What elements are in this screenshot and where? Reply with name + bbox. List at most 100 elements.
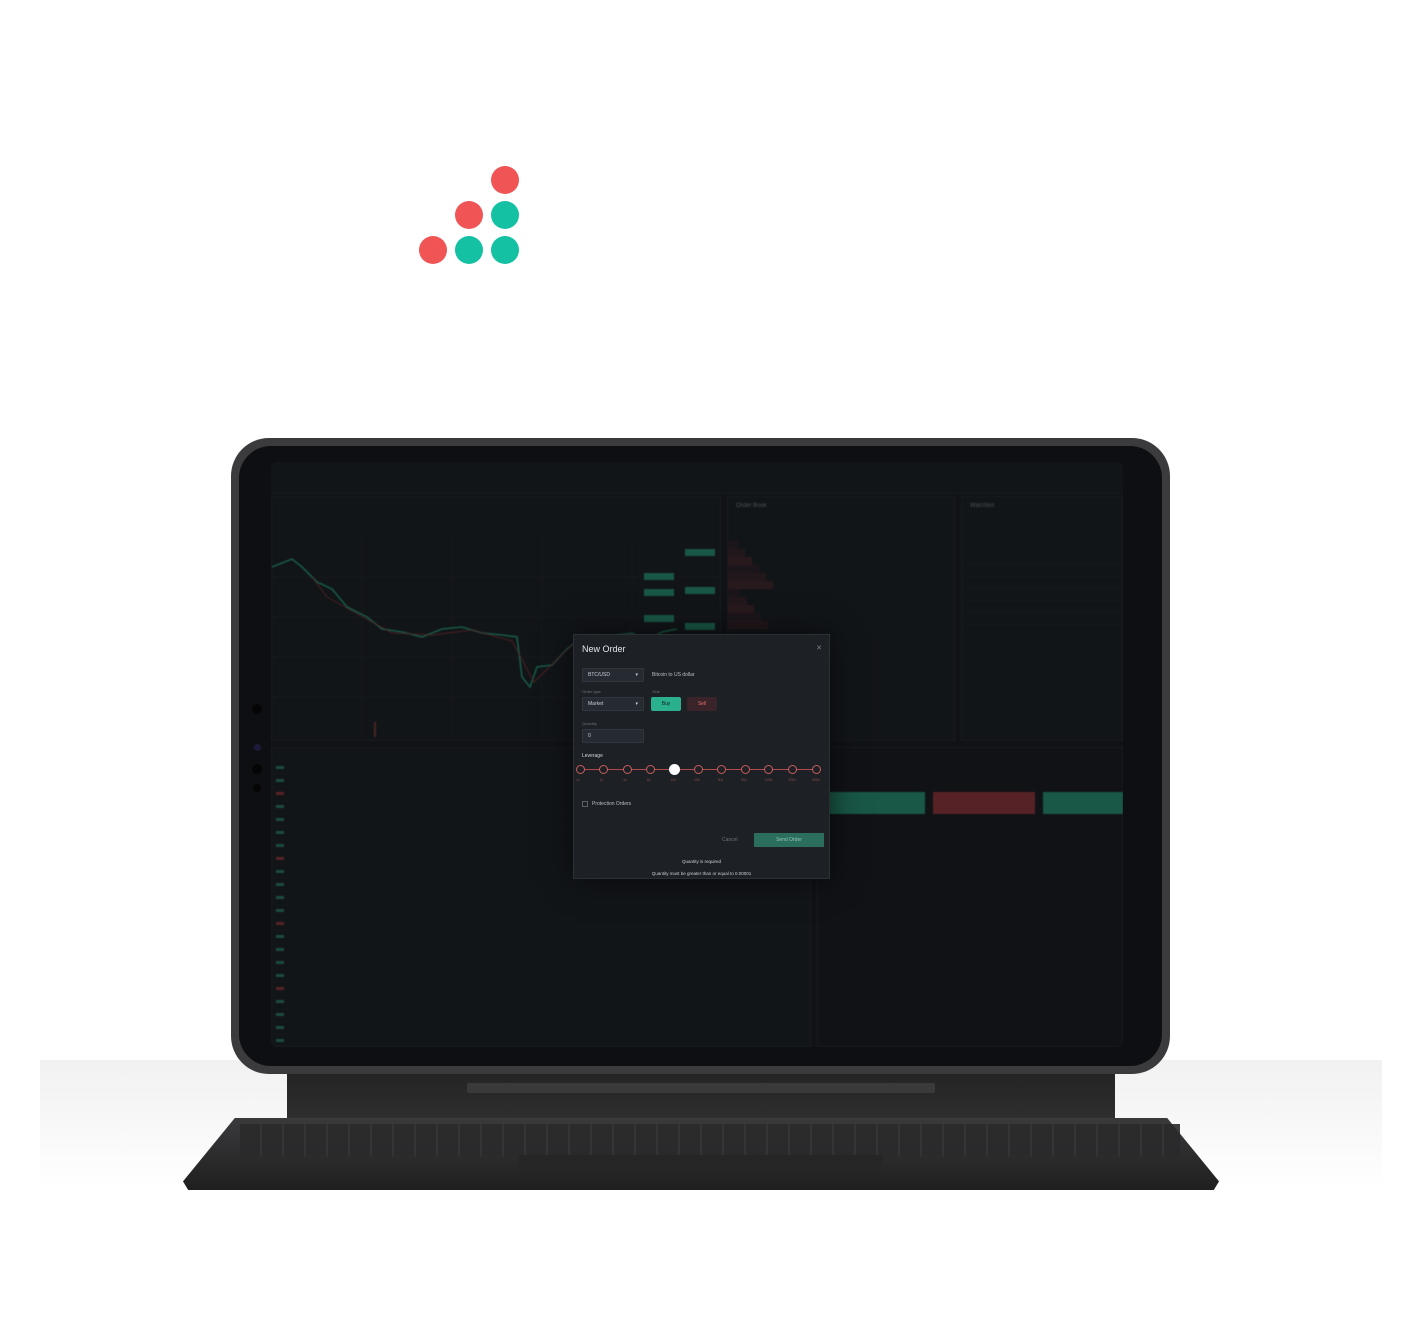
markets-panel: Watchlist xyxy=(961,496,1123,741)
logo-dot xyxy=(455,236,483,264)
market-row[interactable] xyxy=(966,601,1123,613)
leverage-step-label: 100x xyxy=(764,778,773,782)
table-row[interactable] xyxy=(272,1009,812,1022)
row-indicator xyxy=(276,792,284,795)
leverage-step-label: 500x xyxy=(812,778,820,782)
panel-title: Watchlist xyxy=(970,503,995,509)
row-indicator xyxy=(276,922,284,925)
leverage-step[interactable] xyxy=(622,765,632,774)
row-indicator xyxy=(276,1013,284,1016)
row-indicator xyxy=(276,766,284,769)
leverage-step-label: 3x xyxy=(623,778,627,782)
row-indicator xyxy=(276,805,284,808)
leverage-step[interactable] xyxy=(740,765,750,774)
leverage-label: Leverage xyxy=(582,753,603,759)
table-row[interactable] xyxy=(272,879,812,892)
market-row[interactable] xyxy=(966,577,1123,589)
order-type-label: Order type xyxy=(582,689,601,694)
market-row[interactable] xyxy=(966,565,1123,577)
table-row[interactable] xyxy=(272,931,812,944)
market-row[interactable] xyxy=(966,589,1123,601)
symbol-name: Bitcoin to US dollar xyxy=(652,672,695,678)
leverage-step[interactable] xyxy=(646,765,656,774)
leverage-step-label: 1x xyxy=(576,778,580,782)
table-row[interactable] xyxy=(272,1022,812,1035)
camera-dot xyxy=(252,764,262,774)
row-indicator xyxy=(276,909,284,912)
symbol-select[interactable]: BTC/USD ▾ xyxy=(582,668,644,682)
order-book-row xyxy=(728,549,956,557)
brand-logo xyxy=(418,165,522,269)
chevron-down-icon: ▾ xyxy=(635,701,638,707)
leverage-step[interactable] xyxy=(764,765,774,774)
leverage-step-label: 50x xyxy=(741,778,747,782)
order-book-row xyxy=(728,621,956,629)
row-indicator xyxy=(276,948,284,951)
table-row[interactable] xyxy=(272,996,812,1009)
keyboard-keys xyxy=(240,1124,1180,1156)
row-indicator xyxy=(276,870,284,873)
order-book-row xyxy=(728,597,956,605)
logo-dot xyxy=(419,236,447,264)
order-book-row xyxy=(728,541,956,549)
chevron-down-icon: ▾ xyxy=(635,672,638,678)
price-tag xyxy=(644,589,674,596)
order-book-row xyxy=(728,573,956,581)
camera-dot xyxy=(252,704,262,714)
price-tag xyxy=(685,549,715,556)
quantity-input[interactable]: 0 xyxy=(582,729,644,743)
table-row[interactable] xyxy=(272,1035,812,1047)
market-row[interactable] xyxy=(966,613,1123,625)
price-tag xyxy=(685,587,715,594)
row-indicator xyxy=(276,857,284,860)
close-icon[interactable]: ✕ xyxy=(816,644,822,652)
logo-dot xyxy=(491,236,519,264)
market-stats-bar xyxy=(271,462,1123,494)
symbol-value: BTC/USD xyxy=(588,672,610,678)
leverage-step-label: 20x xyxy=(694,778,700,782)
table-row[interactable] xyxy=(272,905,812,918)
order-type-select[interactable]: Market ▾ xyxy=(582,697,644,711)
modal-title: New Order xyxy=(582,644,626,654)
quick-buy-button[interactable] xyxy=(1043,792,1123,814)
leverage-step-label: 2x xyxy=(599,778,604,782)
protection-orders-checkbox[interactable] xyxy=(582,801,588,807)
quick-buy-button[interactable] xyxy=(823,792,925,814)
leverage-step[interactable] xyxy=(811,765,821,774)
hinge-lip xyxy=(467,1083,935,1093)
order-type-value: Market xyxy=(588,701,604,707)
row-indicator xyxy=(276,896,284,899)
row-indicator xyxy=(276,1039,284,1042)
leverage-step[interactable] xyxy=(717,765,727,774)
leverage-step[interactable] xyxy=(668,764,680,775)
leverage-step[interactable] xyxy=(787,765,797,774)
row-indicator xyxy=(276,974,284,977)
leverage-step[interactable] xyxy=(599,765,609,774)
buy-button[interactable]: Buy xyxy=(651,697,681,711)
sell-button[interactable]: Sell xyxy=(687,697,717,711)
table-row[interactable] xyxy=(272,944,812,957)
logo-dot xyxy=(491,201,519,229)
table-row[interactable] xyxy=(272,892,812,905)
leverage-step[interactable] xyxy=(693,765,703,774)
error-message: Quantity is required xyxy=(681,859,722,864)
order-book-row xyxy=(728,605,956,613)
row-indicator xyxy=(276,935,284,938)
table-row[interactable] xyxy=(272,918,812,931)
market-row[interactable] xyxy=(966,553,1123,565)
panel-title: Order Book xyxy=(736,503,767,509)
price-tag xyxy=(644,573,674,580)
send-order-button[interactable]: Send Order xyxy=(754,833,824,847)
row-indicator xyxy=(276,1026,284,1029)
quick-sell-button[interactable] xyxy=(933,792,1035,814)
leverage-step[interactable] xyxy=(575,765,585,774)
table-row[interactable] xyxy=(272,970,812,983)
keyboard-hinge xyxy=(287,1070,1115,1118)
table-row[interactable] xyxy=(272,957,812,970)
table-row[interactable] xyxy=(272,983,812,996)
cancel-button[interactable]: Cancel xyxy=(722,837,738,843)
leverage-step-label: 10x xyxy=(670,778,677,782)
protection-orders-label: Protection Orders xyxy=(592,801,632,807)
order-book-row xyxy=(728,565,956,573)
price-tag xyxy=(685,623,715,630)
